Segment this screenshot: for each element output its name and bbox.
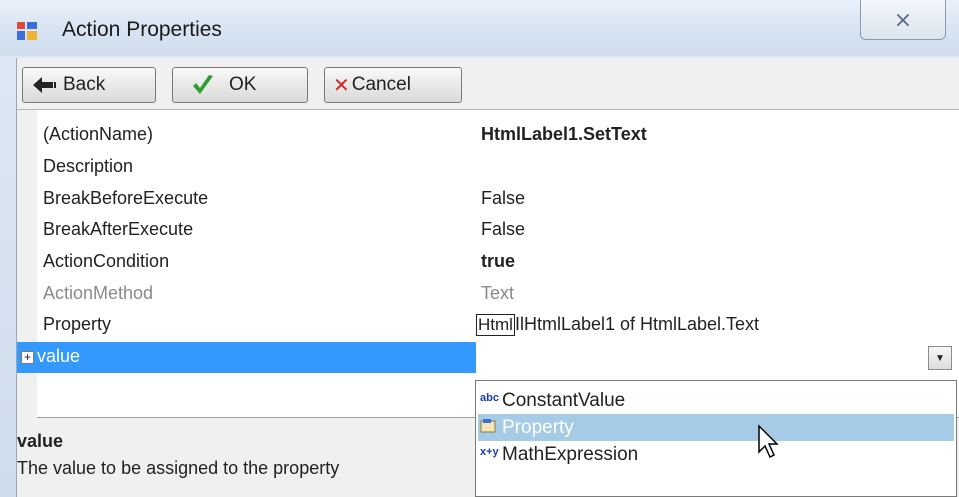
grid-row-break-after-execute[interactable]: BreakAfterExecute False bbox=[17, 215, 959, 246]
ok-button[interactable]: OK bbox=[172, 67, 308, 103]
property-value: Text bbox=[481, 283, 515, 303]
property-value-prefix: Il bbox=[514, 314, 524, 334]
grid-row-property[interactable]: Property Html IlHtmlLabel1 of HtmlLabel.T… bbox=[17, 310, 959, 341]
property-value[interactable]: False bbox=[481, 188, 525, 209]
description-text: The value to be assigned to the property bbox=[17, 458, 340, 478]
property-value[interactable]: HtmlLabel1.SetText bbox=[481, 124, 647, 145]
property-value[interactable]: true bbox=[481, 251, 515, 272]
property-name: Description bbox=[43, 156, 134, 176]
property-icon bbox=[480, 419, 496, 433]
ok-label: OK bbox=[229, 74, 257, 95]
window-title: Action Properties bbox=[62, 18, 222, 41]
back-button[interactable]: Back bbox=[22, 67, 156, 103]
cancel-button[interactable]: ✕ Cancel bbox=[324, 67, 462, 103]
grid-row-action-name[interactable]: (ActionName) HtmlLabel1.SetText bbox=[17, 120, 959, 151]
math-expression-icon: x+y bbox=[480, 446, 499, 458]
grid-row-action-condition[interactable]: ActionCondition true bbox=[17, 247, 959, 278]
property-value[interactable]: False bbox=[481, 219, 525, 240]
property-name: ActionCondition bbox=[43, 251, 170, 271]
property-name: BreakAfterExecute bbox=[43, 219, 194, 239]
toolbar: Back OK ✕ Cancel bbox=[17, 58, 959, 110]
description-panel: value The value to be assigned to the pr… bbox=[17, 424, 473, 497]
dropdown-button[interactable]: ▼ bbox=[928, 346, 952, 370]
checkmark-icon bbox=[193, 75, 213, 94]
cancel-x-icon: ✕ bbox=[333, 74, 350, 97]
mouse-pointer-icon bbox=[758, 424, 779, 459]
property-name: value bbox=[37, 346, 81, 366]
grid-row-break-before-execute[interactable]: BreakBeforeExecute False bbox=[17, 184, 959, 215]
chevron-down-icon: ▼ bbox=[935, 352, 945, 364]
property-value[interactable]: Html IlHtmlLabel1 of HtmlLabel.Text bbox=[476, 314, 759, 336]
expand-plus-icon[interactable]: + bbox=[21, 351, 34, 364]
property-value-text: HtmlLabel1 of HtmlLabel.Text bbox=[523, 314, 760, 334]
dropdown-item-label: ConstantValue bbox=[502, 390, 626, 411]
property-grid: (ActionName) HtmlLabel1.SetText Descript… bbox=[17, 110, 959, 418]
window-app-icon bbox=[17, 22, 37, 40]
description-title: value bbox=[17, 431, 64, 451]
dropdown-item-label: Property bbox=[502, 417, 574, 438]
property-name: ActionMethod bbox=[43, 283, 154, 303]
grid-row-action-method[interactable]: ActionMethod Text bbox=[17, 279, 959, 310]
client-area: Back OK ✕ Cancel (ActionName) HtmlLabel1… bbox=[16, 58, 959, 497]
property-name: Property bbox=[43, 314, 112, 334]
grid-row-description[interactable]: Description bbox=[17, 152, 959, 183]
action-properties-window: Action Properties ⨯ Back OK ✕ Cancel (Ac… bbox=[0, 0, 959, 497]
back-label: Back bbox=[63, 74, 106, 95]
property-type-icon: Html bbox=[476, 314, 515, 336]
close-button[interactable]: ⨯ bbox=[860, 0, 946, 40]
dropdown-item-constant-value[interactable]: abc ConstantValue bbox=[478, 387, 954, 414]
value-editor[interactable]: ▼ bbox=[476, 342, 959, 373]
property-name: (ActionName) bbox=[43, 124, 154, 144]
abc-icon: abc bbox=[480, 392, 499, 404]
value-dropdown-list[interactable]: abc ConstantValue Property x+y MathExpre… bbox=[475, 380, 957, 497]
dropdown-item-property[interactable]: Property bbox=[478, 414, 954, 441]
close-icon: ⨯ bbox=[893, 6, 913, 32]
cancel-label: Cancel bbox=[351, 74, 411, 95]
dropdown-item-math-expression[interactable]: x+y MathExpression bbox=[478, 441, 954, 468]
dropdown-item-label: MathExpression bbox=[502, 444, 639, 465]
grid-row-value[interactable]: + value ▼ bbox=[17, 342, 959, 373]
back-arrow-icon bbox=[33, 77, 56, 93]
property-name: BreakBeforeExecute bbox=[43, 188, 209, 208]
title-bar: Action Properties ⨯ bbox=[0, 0, 959, 56]
